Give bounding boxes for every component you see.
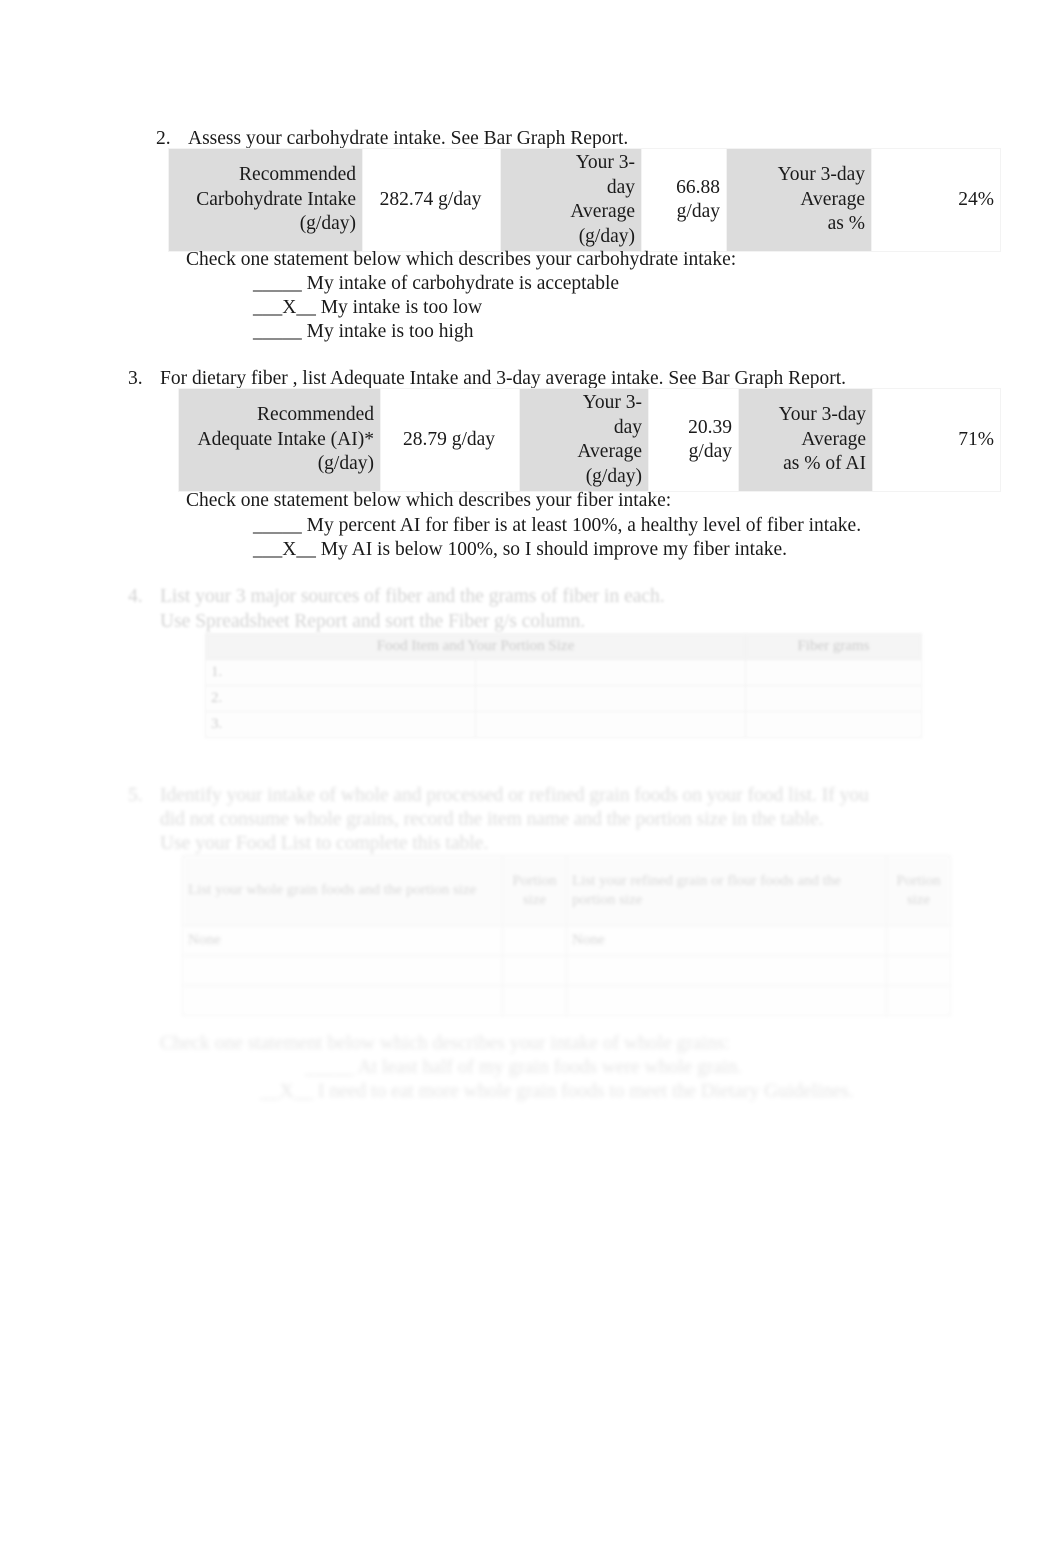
table-row: 1. bbox=[205, 659, 922, 686]
carb-recommended-label: Recommended Carbohydrate Intake (g/day) bbox=[168, 148, 363, 252]
table-row: 2. bbox=[205, 685, 922, 712]
whole-grains-row-2-whole-size[interactable] bbox=[502, 955, 567, 986]
fiber-sources-row-3-food[interactable] bbox=[475, 711, 746, 738]
carb-percent-value[interactable]: 24% bbox=[871, 148, 1001, 252]
table-row: Recommended Carbohydrate Intake (g/day) … bbox=[168, 148, 1001, 252]
table-row bbox=[182, 955, 951, 986]
question-3-number: 3. bbox=[128, 368, 143, 389]
fiber-sources-header-food: Food Item and Your Portion Size bbox=[205, 633, 746, 660]
table-header-row: List your whole grain foods and the port… bbox=[182, 855, 951, 926]
fiber-sources-row-1-food[interactable] bbox=[475, 659, 746, 686]
fiber-average-label: Your 3- day Average (g/day) bbox=[519, 388, 649, 492]
whole-grains-row-2-whole[interactable] bbox=[182, 955, 503, 986]
whole-grains-row-3-whole-size[interactable] bbox=[502, 985, 567, 1016]
carb-option-acceptable[interactable]: _____ My intake of carbohydrate is accep… bbox=[253, 271, 619, 296]
fiber-option-at-least-100-blank[interactable]: _____ bbox=[253, 515, 302, 536]
worksheet-page: 2. Assess your carbohydrate intake. See B… bbox=[0, 0, 1062, 1561]
carb-percent-label: Your 3-day Average as % bbox=[726, 148, 872, 252]
table-row: 3. bbox=[205, 711, 922, 738]
fiber-sources-row-3-index: 3. bbox=[205, 711, 476, 738]
fiber-sources-row-2-index: 2. bbox=[205, 685, 476, 712]
whole-grains-option-need-more[interactable]: __X__ I need to eat more whole grain foo… bbox=[260, 1080, 854, 1104]
whole-grains-header-refined: List your refined grain or flour foods a… bbox=[566, 855, 887, 926]
question-3-text: For dietary fiber , list Adequate Intake… bbox=[160, 368, 847, 389]
carb-option-acceptable-blank[interactable]: _____ bbox=[253, 273, 302, 294]
question-4-text-line-1: List your 3 major sources of fiber and t… bbox=[160, 586, 665, 607]
whole-grains-header-whole: List your whole grain foods and the port… bbox=[182, 855, 503, 926]
fiber-sources-row-3-grams[interactable] bbox=[745, 711, 922, 738]
whole-grains-row-3-refined[interactable] bbox=[566, 985, 887, 1016]
whole-grains-row-1-whole-size[interactable] bbox=[502, 925, 567, 956]
carb-option-too-high-label: My intake is too high bbox=[306, 321, 474, 342]
whole-grains-option-half-blank[interactable]: _____ bbox=[305, 1057, 354, 1078]
table-row: None None bbox=[182, 925, 951, 956]
fiber-recommended-label: Recommended Adequate Intake (AI)* (g/day… bbox=[178, 388, 381, 492]
whole-grains-row-2-refined-size[interactable] bbox=[886, 955, 951, 986]
question-5-number: 5. bbox=[128, 785, 143, 806]
whole-grains-option-half-label: At least half of my grain foods were who… bbox=[357, 1057, 743, 1078]
whole-grains-row-1-refined[interactable]: None bbox=[566, 925, 887, 956]
whole-grains-option-need-more-blank[interactable]: __X__ bbox=[260, 1081, 313, 1102]
whole-grains-row-1-whole[interactable]: None bbox=[182, 925, 503, 956]
fiber-check-prompt: Check one statement below which describe… bbox=[186, 490, 672, 511]
question-4-number: 4. bbox=[128, 586, 143, 607]
carb-check-prompt: Check one statement below which describe… bbox=[186, 249, 737, 270]
carb-option-too-low[interactable]: ___X__ My intake is too low bbox=[253, 295, 482, 320]
fiber-sources-row-1-index: 1. bbox=[205, 659, 476, 686]
question-5-text-line-1: Identify your intake of whole and proces… bbox=[160, 785, 869, 806]
carb-option-too-high-blank[interactable]: _____ bbox=[253, 321, 302, 342]
whole-grains-row-2-refined[interactable] bbox=[566, 955, 887, 986]
question-5-prompt: 5. Identify your intake of whole and proc… bbox=[128, 784, 869, 808]
table-header-row: Food Item and Your Portion Size Fiber gr… bbox=[205, 633, 922, 660]
carb-average-label: Your 3- day Average (g/day) bbox=[500, 148, 642, 252]
question-4-prompt: 4. List your 3 major sources of fiber and… bbox=[128, 585, 665, 609]
table-row: Recommended Adequate Intake (AI)* (g/day… bbox=[178, 388, 1001, 492]
whole-grains-row-3-whole[interactable] bbox=[182, 985, 503, 1016]
whole-grains-check-prompt: Check one statement below which describe… bbox=[160, 1033, 730, 1054]
whole-grains-option-need-more-label: I need to eat more whole grain foods to … bbox=[317, 1081, 854, 1102]
whole-grains-header-whole-size: Portion size bbox=[502, 855, 567, 926]
table-row bbox=[182, 985, 951, 1016]
carb-option-too-low-blank[interactable]: ___X__ bbox=[253, 297, 316, 318]
carb-average-value[interactable]: 66.88 g/day bbox=[641, 148, 727, 252]
fiber-sources-row-1-grams[interactable] bbox=[745, 659, 922, 686]
whole-grains-header-refined-size: Portion size bbox=[886, 855, 951, 926]
whole-grains-row-3-refined-size[interactable] bbox=[886, 985, 951, 1016]
fiber-percent-label: Your 3-day Average as % of AI bbox=[738, 388, 873, 492]
fiber-option-below-100-blank[interactable]: ___X__ bbox=[253, 539, 316, 560]
question-5-text-line-3: Use your Food List to complete this tabl… bbox=[160, 833, 489, 854]
fiber-recommended-value[interactable]: 28.79 g/day bbox=[380, 388, 520, 492]
question-2-text: Assess your carbohydrate intake. See Bar… bbox=[188, 128, 629, 149]
question-5-text-line-2: did not consume whole grains, record the… bbox=[160, 809, 824, 830]
fiber-intake-table: Recommended Adequate Intake (AI)* (g/day… bbox=[178, 388, 1001, 492]
carbohydrate-intake-table: Recommended Carbohydrate Intake (g/day) … bbox=[168, 148, 1001, 252]
question-4-text-line-2: Use Spreadsheet Report and sort the Fibe… bbox=[160, 611, 586, 632]
whole-grains-option-half[interactable]: _____ At least half of my grain foods we… bbox=[305, 1056, 742, 1080]
whole-grains-table: List your whole grain foods and the port… bbox=[182, 855, 951, 1016]
fiber-option-below-100[interactable]: ___X__ My AI is below 100%, so I should … bbox=[253, 537, 787, 562]
fiber-sources-header-grams: Fiber grams bbox=[745, 633, 922, 660]
fiber-option-at-least-100-label: My percent AI for fiber is at least 100%… bbox=[306, 515, 862, 536]
carb-option-too-low-label: My intake is too low bbox=[320, 297, 483, 318]
fiber-sources-table: Food Item and Your Portion Size Fiber gr… bbox=[205, 633, 922, 738]
carb-option-too-high[interactable]: _____ My intake is too high bbox=[253, 319, 473, 344]
fiber-sources-row-2-grams[interactable] bbox=[745, 685, 922, 712]
fiber-option-below-100-label: My AI is below 100%, so I should improve… bbox=[320, 539, 788, 560]
fiber-option-at-least-100[interactable]: _____ My percent AI for fiber is at leas… bbox=[253, 513, 861, 538]
whole-grains-row-1-refined-size[interactable] bbox=[886, 925, 951, 956]
carb-recommended-value[interactable]: 282.74 g/day bbox=[362, 148, 501, 252]
fiber-average-value[interactable]: 20.39 g/day bbox=[648, 388, 739, 492]
carb-option-acceptable-label: My intake of carbohydrate is acceptable bbox=[306, 273, 620, 294]
fiber-percent-value[interactable]: 71% bbox=[872, 388, 1001, 492]
fiber-sources-row-2-food[interactable] bbox=[475, 685, 746, 712]
